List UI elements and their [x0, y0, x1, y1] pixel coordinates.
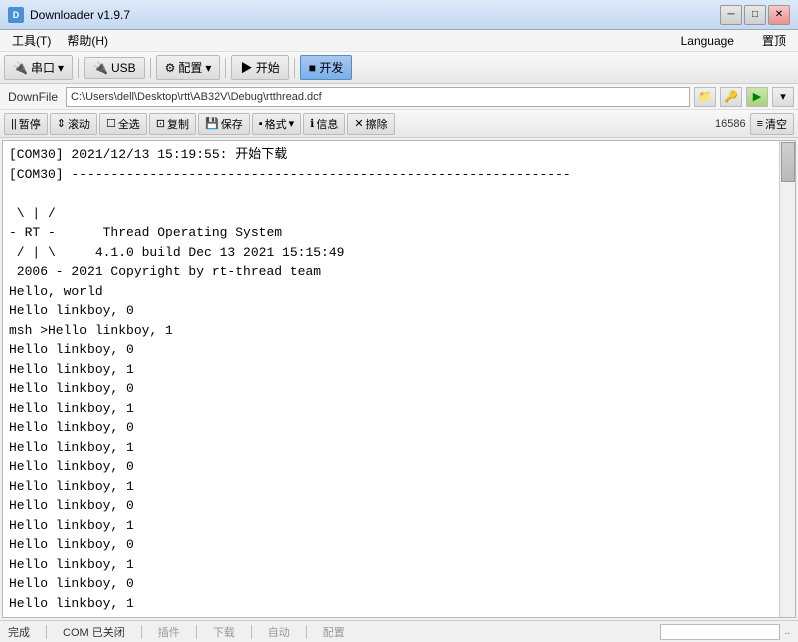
format-button[interactable]: ▪ 格式 ▾	[252, 113, 301, 135]
scroll-icon: ⇕	[57, 117, 66, 130]
close-button[interactable]: ✕	[768, 5, 790, 25]
console-wrapper: [COM30] 2021/12/13 15:19:55: 开始下载 [COM30…	[2, 140, 796, 618]
usb-icon: 🔌	[93, 61, 108, 75]
console-scrollbar[interactable]	[779, 141, 795, 617]
status-download: 下载	[213, 624, 235, 640]
more-button[interactable]: ▾	[772, 87, 794, 107]
toolbar-separator-2	[150, 58, 151, 78]
main-toolbar: 🔌 串口 ▾ 🔌 USB ⚙ 配置 ▾ ▶ 开始 ■ 开发	[0, 52, 798, 84]
status-auto: 自动	[268, 624, 290, 640]
status-right: ..	[660, 624, 790, 640]
menu-help[interactable]: 帮助(H)	[59, 30, 116, 51]
minimize-button[interactable]: ─	[720, 5, 742, 25]
scrollbar-thumb[interactable]	[781, 142, 795, 182]
app-icon: D	[8, 7, 24, 23]
scroll-button[interactable]: ⇕ 滚动	[50, 113, 97, 135]
pause-button[interactable]: || 暂停	[4, 113, 48, 135]
copy-icon: ⊡	[156, 117, 165, 130]
toolbar-separator-4	[294, 58, 295, 78]
usb-button[interactable]: 🔌 USB	[84, 57, 145, 79]
configure-icon: ⚙	[165, 61, 176, 75]
status-com: COM 已关闭	[63, 624, 125, 640]
toolbar-separator-3	[225, 58, 226, 78]
status-upload: 插件	[158, 624, 180, 640]
status-sep-5	[306, 625, 307, 639]
info-icon: ℹ	[310, 117, 314, 130]
status-configure: 配置	[323, 624, 345, 640]
filepath-bar: DownFile 📁 🔑 ▶ ▾	[0, 84, 798, 110]
filepath-label: DownFile	[4, 90, 62, 104]
maximize-button[interactable]: □	[744, 5, 766, 25]
copy-button[interactable]: ⊡ 复制	[149, 113, 196, 135]
erase-button[interactable]: ✕ 擦除	[347, 113, 394, 135]
select-all-button[interactable]: ☐ 全选	[99, 113, 147, 135]
status-complete: 完成	[8, 624, 30, 640]
clear-icon: ≡	[757, 118, 763, 130]
status-sep-3	[196, 625, 197, 639]
console-output[interactable]: [COM30] 2021/12/13 15:19:55: 开始下载 [COM30…	[3, 141, 779, 617]
menu-right: Language 置顶	[673, 30, 794, 51]
serial-icon: 🔌	[13, 61, 28, 75]
status-bar: 完成 COM 已关闭 插件 下载 自动 配置 ..	[0, 620, 798, 642]
select-all-icon: ☐	[106, 117, 116, 130]
serial-port-button[interactable]: 🔌 串口 ▾	[4, 55, 73, 80]
info-button[interactable]: ℹ 信息	[303, 113, 345, 135]
erase-icon: ✕	[354, 117, 363, 130]
toolbar-separator-1	[78, 58, 79, 78]
window-controls: ─ □ ✕	[720, 5, 790, 25]
language-button[interactable]: Language	[673, 32, 742, 50]
status-dots: ..	[784, 626, 790, 637]
title-bar: D Downloader v1.9.7 ─ □ ✕	[0, 0, 798, 30]
lock-button[interactable]: 🔑	[720, 87, 742, 107]
line-count: 16586	[715, 118, 746, 130]
menu-bar: 工具(T) 帮助(H) Language 置顶	[0, 30, 798, 52]
filepath-input[interactable]	[66, 87, 690, 107]
browse-button[interactable]: 📁	[694, 87, 716, 107]
format-icon: ▪	[259, 118, 263, 130]
run-button[interactable]: ▶	[746, 87, 768, 107]
start-button[interactable]: ▶ 开始	[231, 55, 288, 80]
settings-button[interactable]: 置顶	[754, 30, 794, 51]
action-right: 16586 ≡ 清空	[715, 113, 794, 135]
pause-icon: ||	[11, 118, 17, 130]
save-icon: 💾	[205, 117, 219, 130]
status-input[interactable]	[660, 624, 780, 640]
configure-button[interactable]: ⚙ 配置 ▾	[156, 55, 221, 80]
clear-button[interactable]: ≡ 清空	[750, 113, 794, 135]
app-title: Downloader v1.9.7	[30, 8, 720, 22]
status-sep-1	[46, 625, 47, 639]
status-sep-2	[141, 625, 142, 639]
action-bar: || 暂停 ⇕ 滚动 ☐ 全选 ⊡ 复制 💾 保存 ▪ 格式 ▾ ℹ 信息 ✕ …	[0, 110, 798, 138]
dev-button[interactable]: ■ 开发	[300, 55, 353, 80]
menu-tools[interactable]: 工具(T)	[4, 30, 59, 51]
save-button[interactable]: 💾 保存	[198, 113, 250, 135]
status-sep-4	[251, 625, 252, 639]
